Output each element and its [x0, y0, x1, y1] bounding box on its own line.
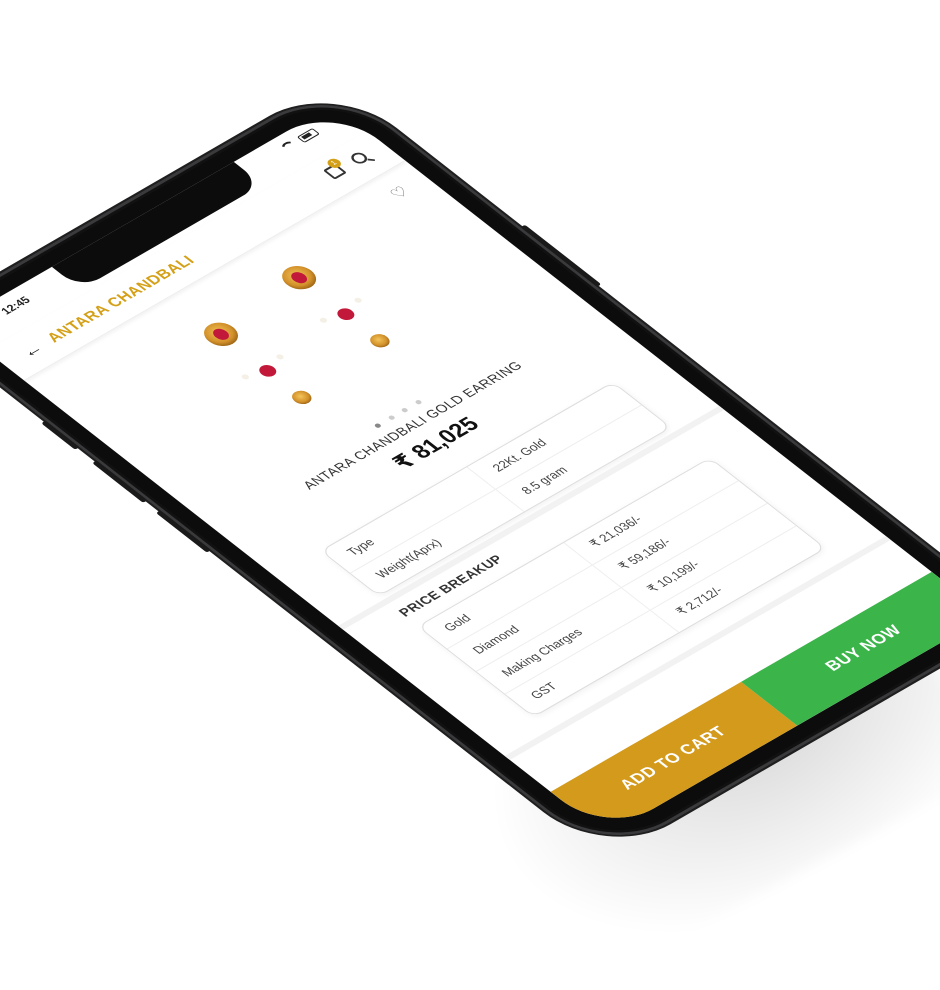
status-icons: [279, 127, 320, 153]
battery-icon: [296, 127, 320, 143]
status-time: 12:45: [0, 294, 34, 317]
back-arrow-icon[interactable]: ←: [16, 339, 49, 362]
mute-switch: [41, 420, 80, 450]
carousel-dot[interactable]: [400, 407, 410, 413]
carousel-dot[interactable]: [387, 414, 396, 421]
carousel-dot[interactable]: [413, 399, 423, 406]
app-bar-actions: 1: [322, 150, 370, 180]
wifi-icon: [279, 139, 300, 153]
phone-frame: 12:45 ← ANTARA CHANDBALI 1 ♡ ANTARA CHAN…: [0, 81, 940, 859]
cart-icon[interactable]: 1: [322, 156, 347, 180]
search-icon[interactable]: [347, 150, 370, 166]
carousel-dot[interactable]: [373, 422, 383, 429]
phone-screen: 12:45 ← ANTARA CHANDBALI 1 ♡ ANTARA CHAN…: [0, 104, 940, 836]
earring-right: [282, 266, 390, 348]
earring-left: [204, 322, 312, 405]
cart-count-badge: 1: [324, 156, 344, 170]
